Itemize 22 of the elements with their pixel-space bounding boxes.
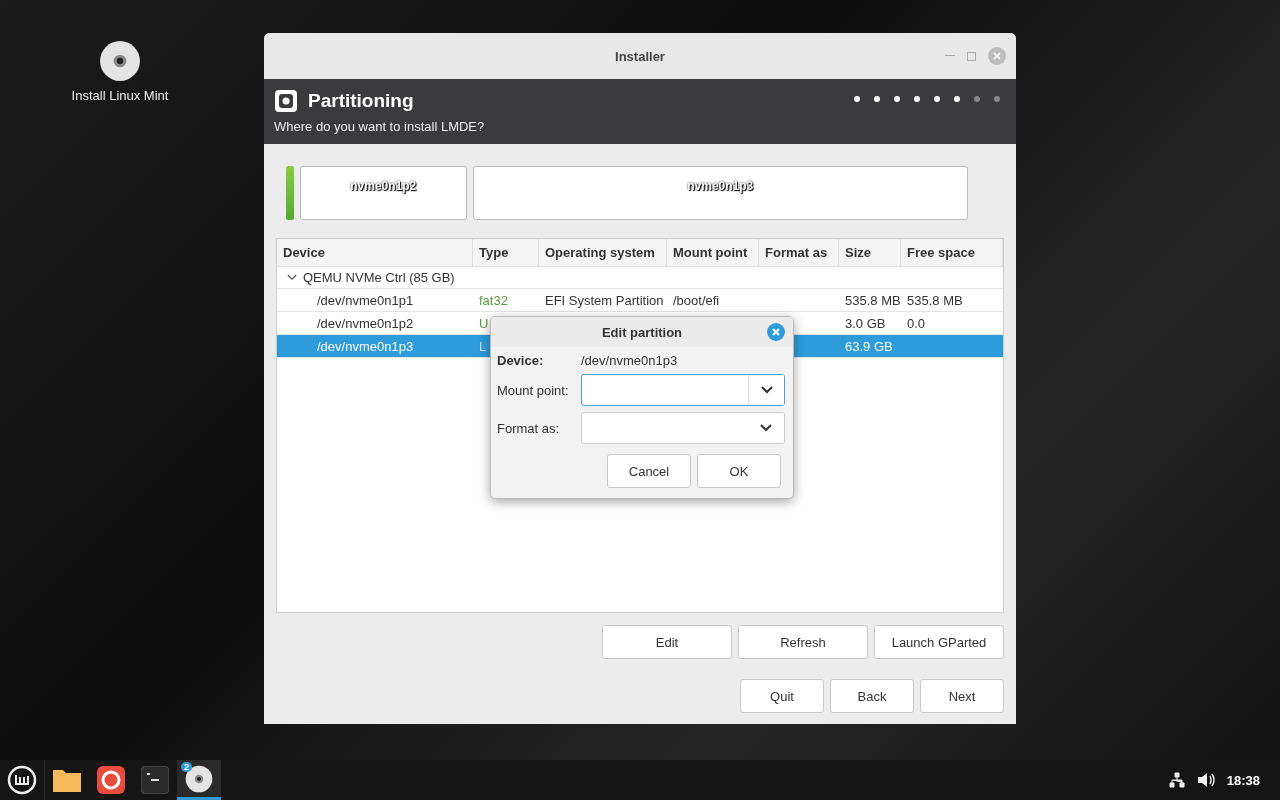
free-space-cell-text: 0.0 [906, 315, 927, 331]
dialog-title: Edit partition [601, 324, 683, 340]
device-cell-text: /dev/nvme0n1p3 [316, 338, 415, 354]
page-subtitle: Where do you want to install LMDE? [274, 119, 486, 134]
page-title: Partitioning [308, 90, 414, 112]
type-cell-text: U [478, 315, 490, 331]
device-value: /dev/nvme0n1p3 [581, 353, 679, 368]
size-cell-text: 3.0 GB [844, 315, 887, 331]
window-title: Installer [615, 48, 665, 64]
window-count-badge: 2 [181, 762, 192, 772]
format-as-label: Format as: [497, 420, 561, 436]
size-cell-text: 63.9 GB [844, 338, 894, 354]
os-cell-text: EFI System Partition [544, 292, 665, 308]
device-label: Device: [497, 353, 545, 368]
device-cell-text: /dev/nvme0n1p2 [316, 315, 415, 331]
type-cell-text: fat32 [478, 292, 509, 308]
type-cell-text: L [478, 338, 488, 354]
size-cell-text: 535.8 MB [844, 292, 901, 308]
mount-cell-text: /boot/efi [672, 292, 721, 308]
free-space-cell-text: 535.8 MB [906, 292, 964, 308]
mount-point-label: Mount point: [497, 382, 570, 398]
device-cell-text: /dev/nvme0n1p1 [316, 292, 415, 308]
